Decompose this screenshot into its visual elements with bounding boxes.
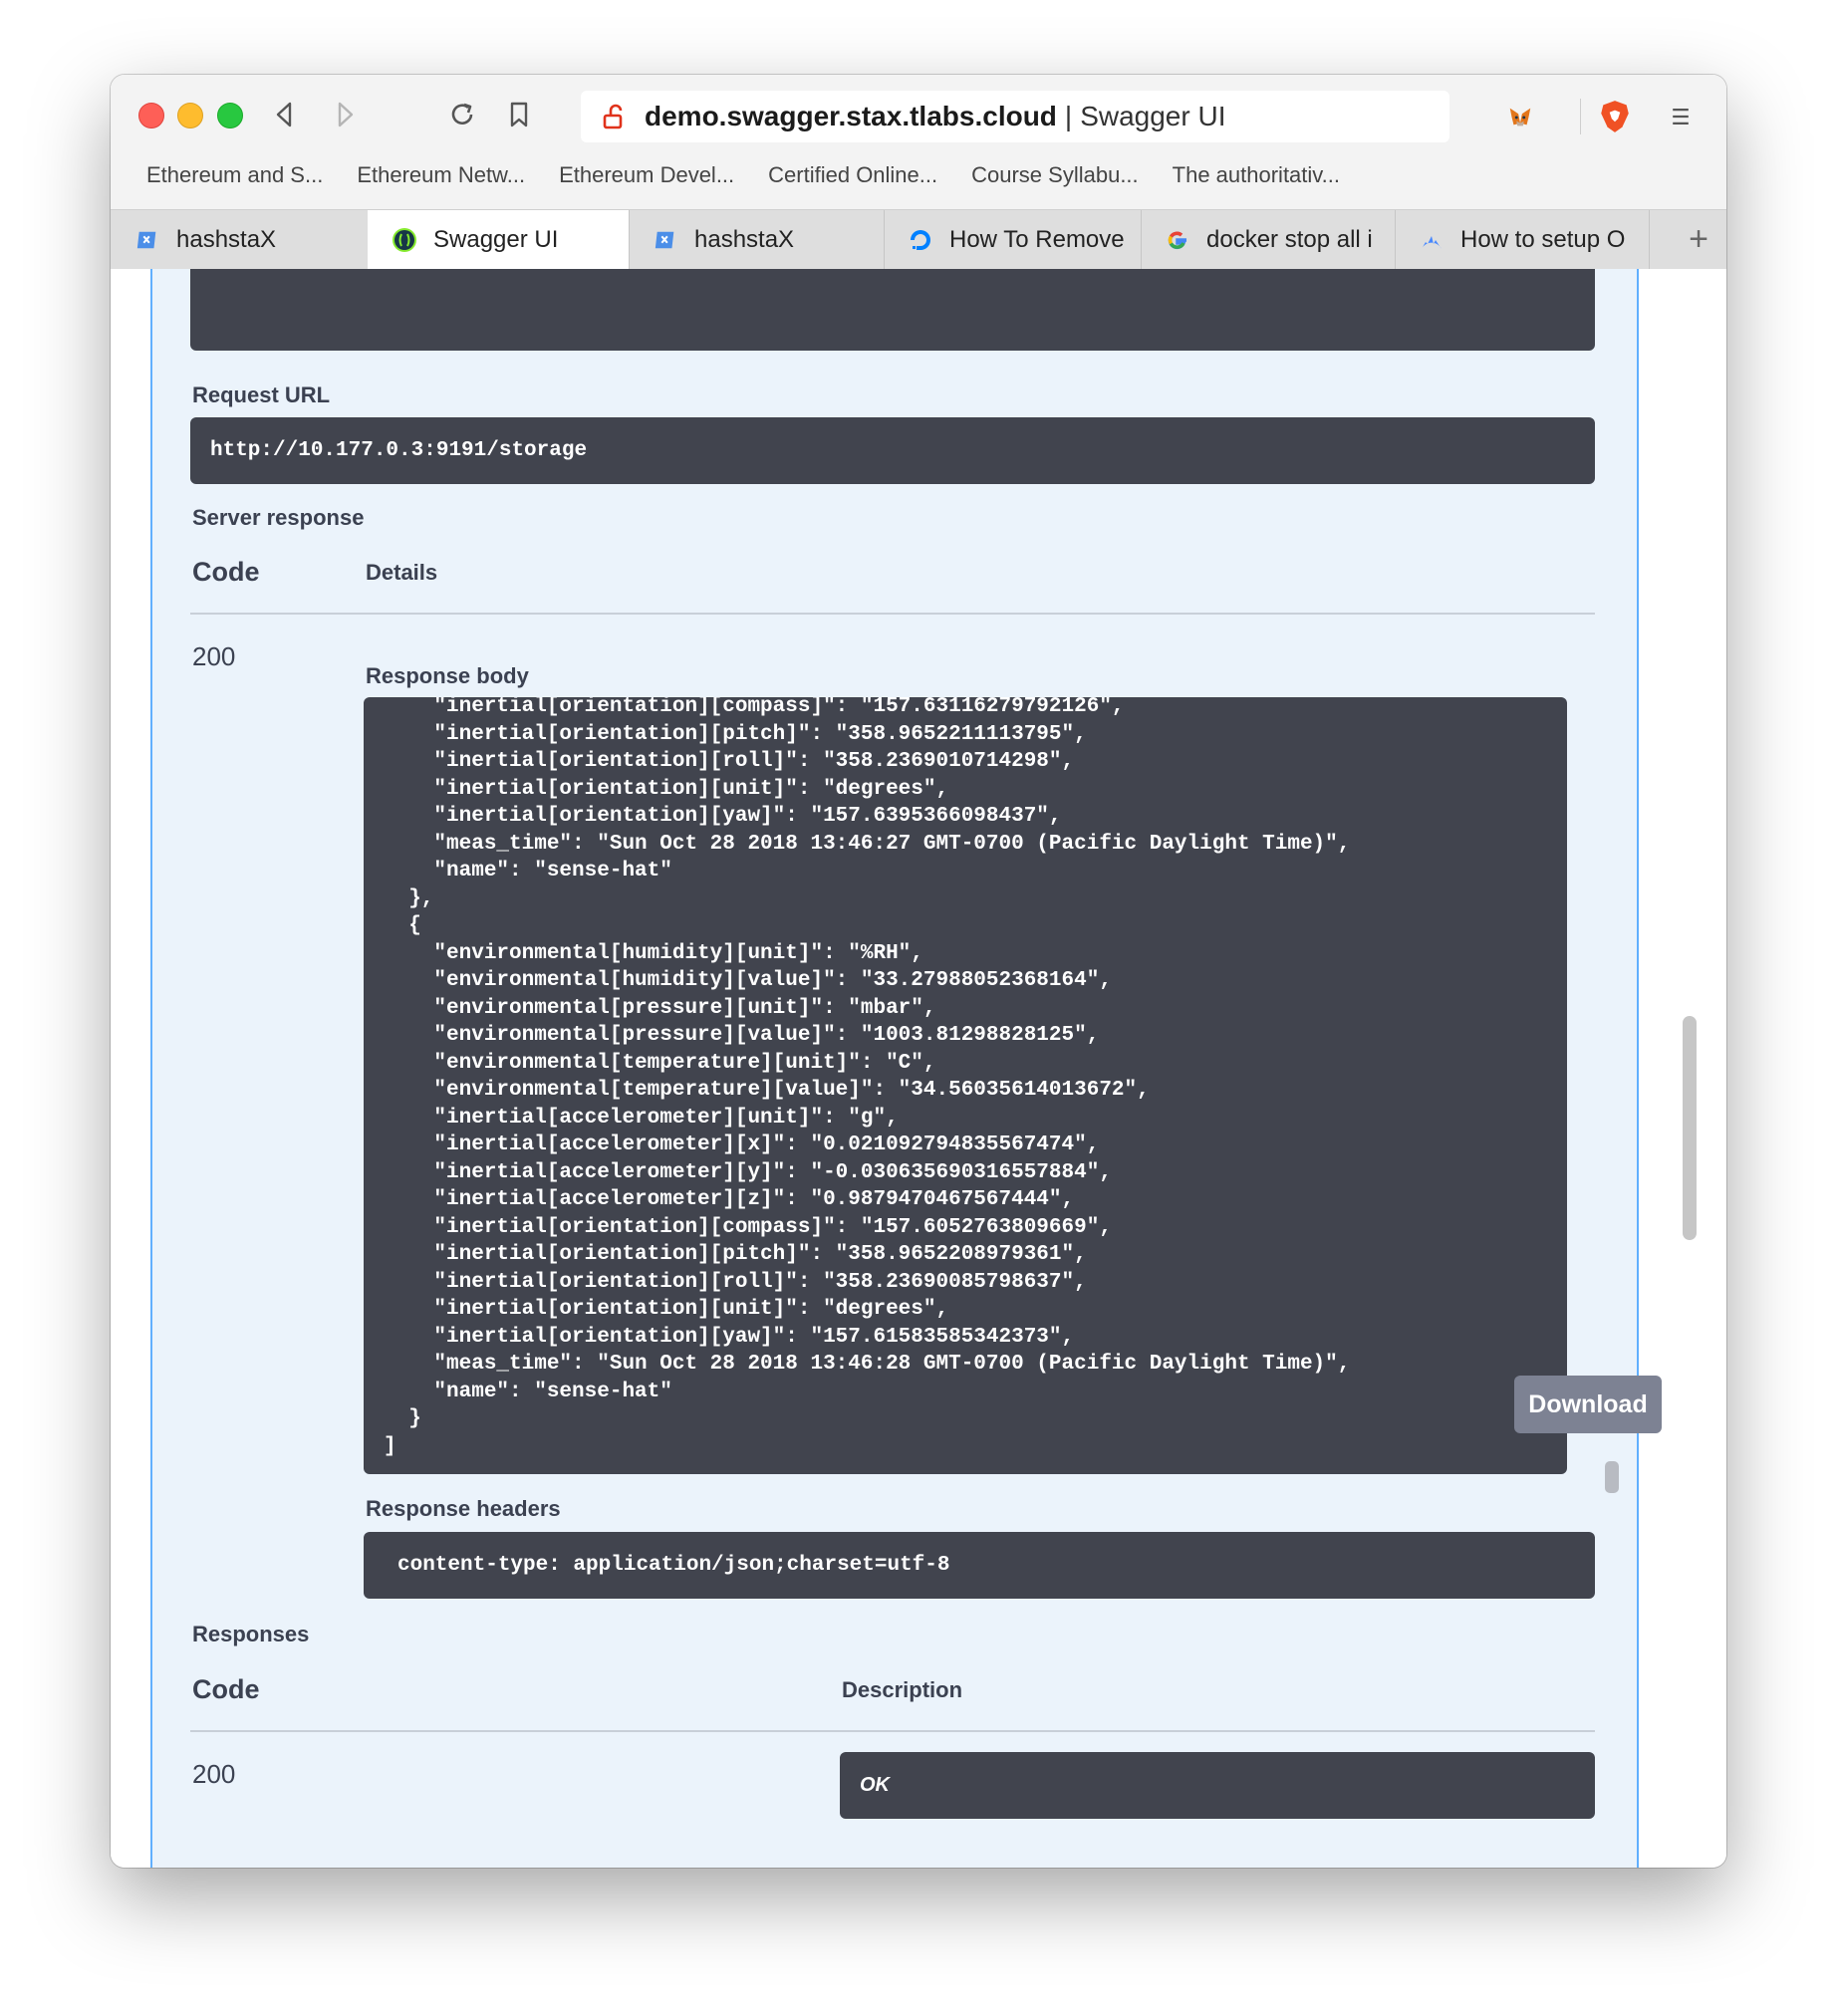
tab-how-to-setup[interactable]: How to setup O xyxy=(1395,210,1650,269)
minimize-window-button[interactable] xyxy=(177,103,203,128)
tab-strip: hashstaX Swagger UI hashstaX How To Remo… xyxy=(111,209,1726,270)
responses-code-header: Code xyxy=(192,1674,260,1704)
close-window-button[interactable] xyxy=(138,103,164,128)
tab-docker-stop[interactable]: docker stop all i xyxy=(1141,210,1396,269)
server-response-label: Server response xyxy=(192,505,365,530)
reload-icon xyxy=(451,103,473,125)
bookmark-item[interactable]: The authoritativ... xyxy=(1173,162,1340,188)
tab-label: docker stop all i xyxy=(1206,225,1373,253)
tab-hashstax[interactable]: hashstaX xyxy=(111,210,369,269)
response-body-text: "inertial[orientation][compass]": "157.6… xyxy=(384,697,1351,1458)
unlocked-padlock-icon[interactable] xyxy=(601,103,629,130)
address-bar[interactable]: demo.swagger.stax.tlabs.cloud | Swagger … xyxy=(581,91,1449,142)
digitalocean-icon xyxy=(908,227,933,253)
responses-label: Responses xyxy=(192,1622,310,1646)
bookmark-item[interactable]: Ethereum and S... xyxy=(146,162,323,188)
header-divider xyxy=(190,613,1595,615)
request-url-value: http://10.177.0.3:9191/storage xyxy=(190,417,1595,484)
bookmark-button[interactable] xyxy=(499,95,539,134)
server-response-code-header: Code xyxy=(192,557,260,587)
new-tab-button[interactable]: + xyxy=(1671,210,1726,269)
brave-shields-button[interactable] xyxy=(1595,97,1635,136)
server-response-code: 200 xyxy=(192,641,236,671)
forward-button[interactable] xyxy=(325,95,365,134)
google-icon xyxy=(1165,227,1190,253)
back-button[interactable] xyxy=(265,95,305,134)
metamask-extension-button[interactable] xyxy=(1500,97,1540,136)
responses-divider xyxy=(190,1730,1595,1732)
zoom-window-button[interactable] xyxy=(217,103,243,128)
browser-window: demo.swagger.stax.tlabs.cloud | Swagger … xyxy=(111,75,1726,1868)
tab-hashstax-2[interactable]: hashstaX xyxy=(629,210,885,269)
responses-description-header: Description xyxy=(842,1677,963,1702)
tab-swagger-ui[interactable]: Swagger UI xyxy=(368,210,630,269)
bookmarks-bar: Ethereum and S... Ethereum Netw... Ether… xyxy=(146,162,1340,188)
response-body-scrollbar[interactable] xyxy=(1605,1461,1619,1493)
response-headers-value: content-type: application/json;charset=u… xyxy=(364,1532,1595,1599)
bookmark-icon xyxy=(510,102,528,127)
browser-toolbar: demo.swagger.stax.tlabs.cloud | Swagger … xyxy=(111,75,1726,209)
bookmark-item[interactable]: Ethereum Devel... xyxy=(559,162,734,188)
back-arrow-icon xyxy=(276,102,292,127)
tab-label: Swagger UI xyxy=(433,225,559,253)
tab-how-to-remove[interactable]: How To Remove xyxy=(884,210,1142,269)
browser-menu-button[interactable] xyxy=(1661,97,1701,136)
hamburger-menu-icon xyxy=(1673,108,1689,126)
toolbar-divider xyxy=(1580,99,1581,134)
hashstax-icon xyxy=(134,227,160,253)
responses-description: OK xyxy=(840,1752,1595,1819)
page-scrollbar[interactable] xyxy=(1683,1016,1697,1240)
bookmark-item[interactable]: Course Syllabu... xyxy=(971,162,1139,188)
bookmark-item[interactable]: Certified Online... xyxy=(768,162,937,188)
server-response-details-header: Details xyxy=(366,560,438,585)
response-body-label: Response body xyxy=(366,663,529,688)
curl-code-block xyxy=(190,269,1595,351)
tab-label: How To Remove xyxy=(949,225,1125,253)
swagger-operation-panel: Request URL http://10.177.0.3:9191/stora… xyxy=(150,269,1662,1868)
bookmark-item[interactable]: Ethereum Netw... xyxy=(357,162,525,188)
swagger-icon xyxy=(392,227,417,253)
url-separator: | xyxy=(1064,101,1073,131)
request-url-label: Request URL xyxy=(192,382,331,407)
response-body[interactable]: "inertial[orientation][compass]": "157.6… xyxy=(364,697,1567,1474)
reload-button[interactable] xyxy=(442,95,482,134)
tab-label: hashstaX xyxy=(176,225,277,253)
brave-lion-icon xyxy=(1601,101,1629,132)
url-page-title: Swagger UI xyxy=(1080,101,1226,131)
hashstax-icon xyxy=(653,227,678,253)
nordvpn-icon xyxy=(1419,227,1445,253)
tab-label: How to setup O xyxy=(1460,225,1626,253)
metamask-fox-icon xyxy=(1509,108,1531,126)
download-button[interactable]: Download xyxy=(1514,1376,1662,1433)
responses-code: 200 xyxy=(192,1759,236,1789)
response-headers-label: Response headers xyxy=(366,1496,561,1521)
url-host: demo.swagger.stax.tlabs.cloud xyxy=(645,101,1057,131)
page-content: Request URL http://10.177.0.3:9191/stora… xyxy=(111,269,1726,1868)
forward-arrow-icon xyxy=(338,102,354,127)
tab-label: hashstaX xyxy=(694,225,795,253)
